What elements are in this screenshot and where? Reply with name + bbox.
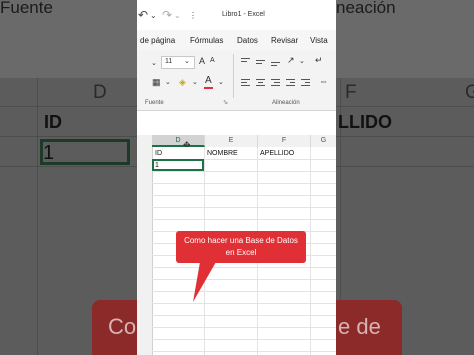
font-color-dropdown-icon[interactable]: ⌄ [218,78,224,86]
increase-indent-icon[interactable] [301,79,310,86]
undo-icon[interactable]: ↶ [138,8,148,22]
font-dialog-launcher-icon[interactable]: ⬂ [223,99,228,106]
grid-line [152,195,336,196]
ribbon-separator [233,54,234,98]
column-header-f[interactable]: F [258,135,311,147]
tab-review[interactable]: Revisar [271,36,298,45]
grid-line [152,171,336,172]
font-name-dropdown-icon[interactable]: ⌄ [151,59,157,67]
column-header-e[interactable]: E [205,135,258,147]
align-right-icon[interactable] [271,79,280,86]
background-banner-right-text: e de [338,314,381,339]
background-cell-id: ID [44,112,62,132]
orientation-icon[interactable]: ↗ [287,55,295,66]
select-all-corner[interactable] [137,135,153,147]
wrap-text-icon[interactable]: ↵ [315,55,323,66]
fill-color-icon[interactable]: ◈ [179,77,186,88]
customize-toolbar-icon[interactable]: ⋮ [189,11,197,20]
decrease-font-icon[interactable]: A [210,57,215,64]
background-banner-left-text: Co [108,314,137,339]
excel-window: ↶ ⌄ ↷ ⌄ ⋮ Libro1 - Excel de página Fórmu… [137,0,336,355]
fill-color-dropdown-icon[interactable]: ⌄ [192,78,198,86]
borders-dropdown-icon[interactable]: ⌄ [165,78,171,86]
background-col-f: F [345,82,357,103]
callout-pointer-shape [193,262,216,302]
grid-line [310,147,311,355]
cell-d1[interactable]: ID [155,150,162,157]
column-header-g[interactable]: G [311,135,336,147]
ribbon-tabs: de página Fórmulas Datos Revisar Vista [137,30,336,50]
cell-f1[interactable]: APELLIDO [260,150,294,157]
cell-e1[interactable]: NOMBRE [207,150,238,157]
ribbon: ⌄ 11 ⌄ A A ▦ ⌄ ◈ ⌄ A ⌄ ↗ ⌄ ↵ ⇔ Fuente ⬂ … [137,50,336,111]
grid-line [152,279,336,280]
undo-dropdown-icon[interactable]: ⌄ [150,11,157,20]
grid-line [152,315,336,316]
column-header-d[interactable]: D [152,135,205,147]
active-cell-d2[interactable]: 1 [152,159,204,171]
grid-line [152,339,336,340]
align-left-icon[interactable] [241,79,250,86]
cell-d2: 1 [155,162,159,169]
tab-view[interactable]: Vista [310,36,328,45]
grid-line [152,219,336,220]
borders-icon[interactable]: ▦ [152,77,161,88]
row-headers [137,147,153,355]
align-center-icon[interactable] [256,79,265,86]
redo-icon[interactable]: ↷ [162,8,172,22]
align-bottom-icon[interactable] [271,62,280,69]
font-color-icon[interactable]: A [205,75,212,86]
font-size-box[interactable]: 11 ⌄ [161,56,195,69]
background-cell-apellido: LLIDO [338,112,392,132]
orientation-dropdown-icon[interactable]: ⌄ [299,57,305,65]
tab-data[interactable]: Datos [237,36,258,45]
callout-pointer [193,262,216,302]
grid-line [152,207,336,208]
callout-text: Como hacer una Base de Datos en Excel [184,236,298,257]
redo-dropdown-icon[interactable]: ⌄ [174,11,181,20]
background-active-cell [40,139,130,165]
grid-line [152,351,336,352]
background-alineacion-label: neación [336,0,396,17]
font-color-swatch [204,87,213,89]
grid-line [152,183,336,184]
background-col-d: D [93,82,107,103]
align-middle-icon[interactable] [256,60,265,67]
grid-line [152,291,336,292]
font-size-dropdown-icon: ⌄ [184,58,190,65]
title-callout: Como hacer una Base de Datos en Excel [176,231,306,263]
group-label-fuente: Fuente [145,100,164,106]
window-title: Libro1 - Excel [222,11,265,18]
font-size-value: 11 [165,58,173,65]
formula-bar[interactable] [137,111,336,136]
grid-line [152,267,336,268]
decrease-indent-icon[interactable] [286,79,295,86]
background-col-g: G [465,82,474,103]
tab-formulas[interactable]: Fórmulas [190,36,223,45]
group-label-alineacion: Alineación [272,100,300,106]
background-fuente-label: Fuente [0,0,53,17]
align-top-icon[interactable] [241,58,250,65]
title-bar: ↶ ⌄ ↷ ⌄ ⋮ Libro1 - Excel [137,0,336,30]
grid-line [152,303,336,304]
background-grid-line [37,78,38,355]
increase-font-icon[interactable]: A [199,56,205,66]
grid-line [152,327,336,328]
merge-center-icon[interactable]: ⇔ [319,76,328,86]
tab-page-layout[interactable]: de página [140,36,175,45]
